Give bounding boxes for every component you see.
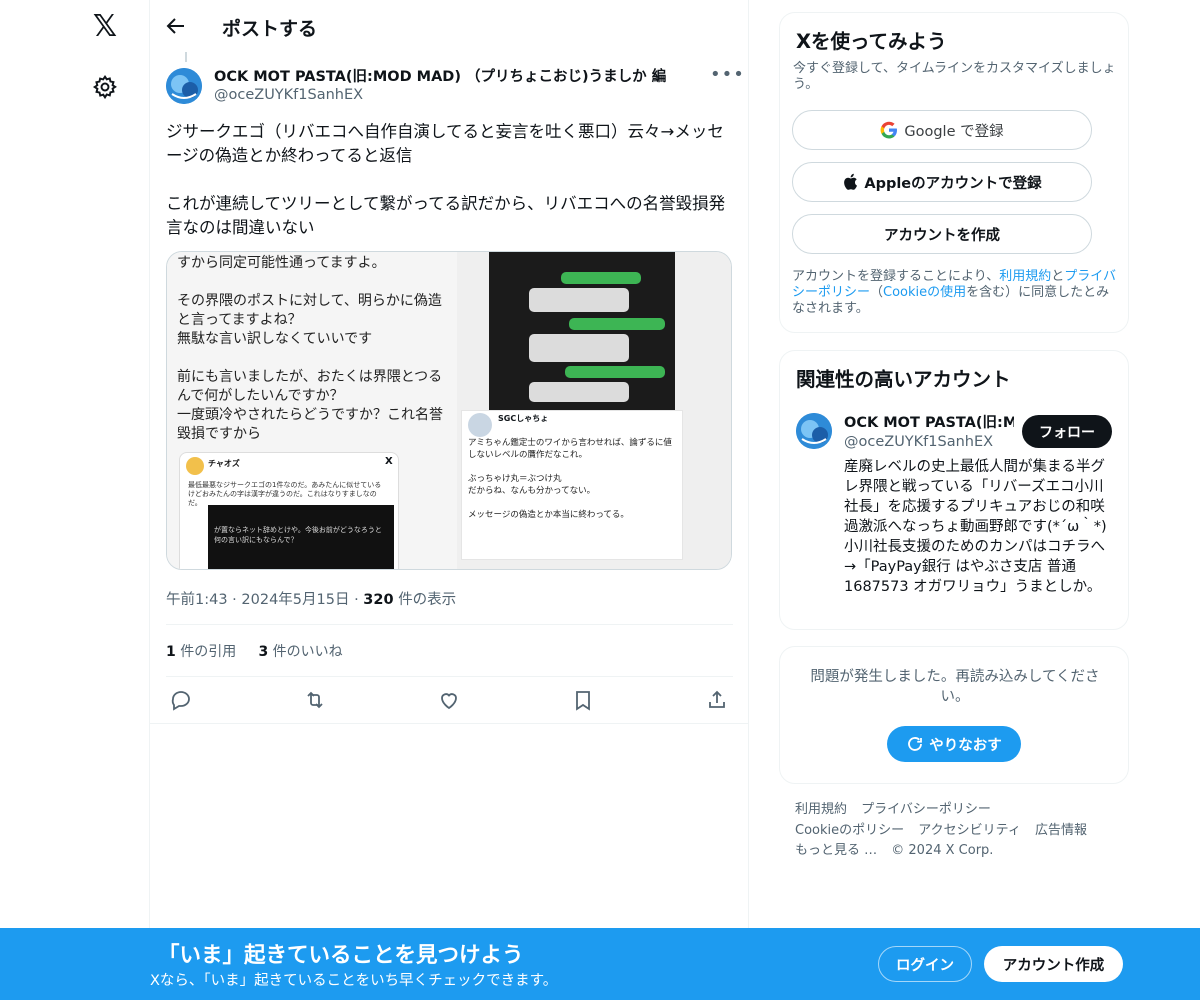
share-icon[interactable] [705, 688, 729, 712]
google-signup-button[interactable]: Google で登録 [792, 110, 1092, 150]
signup-title: Xを使ってみよう [796, 30, 947, 53]
post-meta: 午前1:43 · 2024年5月15日 · 320 件の表示 [166, 592, 457, 608]
back-arrow-icon[interactable] [164, 14, 188, 38]
embed2-author-name: SGCしゃちょ [498, 414, 549, 423]
footer-copyright: © 2024 X Corp. [891, 843, 994, 858]
error-message: 問題が発生しました。再読み込みしてください。 [810, 669, 1100, 705]
like-icon[interactable] [437, 688, 461, 712]
footer-terms-link[interactable]: 利用規約 [795, 802, 847, 817]
banner-subtitle: Xなら、「いま」起きていることをいち早くチェックできます。 [150, 973, 558, 989]
embed-author-name: チャオズ [208, 459, 240, 468]
create-account-label: アカウントを作成 [884, 227, 1000, 244]
quotes-stat[interactable]: 1 件の引用 [166, 644, 236, 660]
author-name[interactable]: OCK MOT PASTA(旧:MOD MAD) （プリちょこおじ)うましか 編 [214, 65, 684, 86]
divider [150, 723, 749, 724]
likes-stat[interactable]: 3 件のいいね [258, 644, 342, 660]
apple-icon [844, 173, 858, 190]
page-title: ポストする [222, 18, 318, 40]
divider [166, 676, 733, 677]
signup-banner: 「いま」起きていることを見つけよう Xなら、「いま」起きていることをいち早くチェ… [0, 928, 1200, 1000]
post-stats: 1 件の引用 3 件のいいね [166, 641, 343, 661]
signup-subtitle: 今すぐ登録して、タイムラインをカスタマイズしましょう。 [793, 61, 1116, 92]
thread-line [185, 52, 187, 62]
related-title: 関連性の高いアカウント [796, 368, 1011, 391]
embedded-post: チャオズ X 最低最悪なジサークエゴの1件なのだ。あみたんに似せているけどおみた… [179, 452, 399, 569]
avatar[interactable] [166, 68, 202, 104]
footer-accessibility-link[interactable]: アクセシビリティ [918, 823, 1021, 838]
google-signup-label: Google で登録 [904, 123, 1004, 140]
apple-signup-button[interactable]: Appleのアカウントで登録 [792, 162, 1092, 202]
repost-icon[interactable] [303, 688, 327, 712]
refresh-icon [908, 737, 923, 751]
post-media[interactable]: すから同定可能性通ってますよ。 その界隈のポストに対して、明らかに偽造と言ってま… [166, 251, 732, 570]
terms-link[interactable]: 利用規約 [999, 269, 1051, 284]
follow-button[interactable]: フォロー [1022, 415, 1112, 448]
related-account-bio: 産廃レベルの史上最低人間が集まる半グレ界隈と戦っている「リバーズエコ小川社長」を… [844, 459, 1107, 595]
author-handle[interactable]: @oceZUYKf1SanhEX [214, 87, 363, 103]
embed-text: 最低最悪なジサークエゴの1件なのだ。あみたんに似せているけどおみたんの字は漢字が… [188, 481, 382, 507]
more-options-icon[interactable]: ••• [710, 64, 745, 85]
x-logo-icon[interactable]: 𝕏 [90, 12, 120, 42]
retry-label: やりなおす [929, 737, 1002, 754]
embed2-avatar-icon [468, 413, 492, 437]
related-account-handle[interactable]: @oceZUYKf1SanhEX [844, 434, 993, 450]
reply-icon[interactable] [169, 688, 193, 712]
chat-screenshot [489, 252, 675, 410]
related-accounts-card: 関連性の高いアカウント OCK MOT PASTA(旧:MOD MAD) （プリ… [779, 350, 1129, 630]
views-label: 件の表示 [398, 592, 457, 608]
retry-button[interactable]: やりなおす [887, 726, 1021, 762]
banner-create-account-button[interactable]: アカウント作成 [984, 946, 1123, 982]
post-time[interactable]: 午前1:43 [166, 592, 228, 608]
banner-title: 「いま」起きていることを見つけよう [158, 943, 524, 968]
embed2-text: アミちゃん鑑定士のワイから言わせれば、論ずるに値しないレベルの贋作だなこれ。 ぶ… [468, 438, 672, 520]
footer-privacy-link[interactable]: プライバシーポリシー [861, 802, 991, 817]
views-count: 320 [363, 592, 394, 608]
media-left-text: すから同定可能性通ってますよ。 その界隈のポストに対して、明らかに偽造と言ってま… [177, 255, 443, 442]
cookie-link[interactable]: Cookieの使用 [883, 285, 966, 300]
create-account-button[interactable]: アカウントを作成 [792, 214, 1092, 254]
google-icon [880, 121, 898, 139]
footer-cookie-link[interactable]: Cookieのポリシー [795, 823, 904, 838]
header: ポストする [150, 0, 749, 53]
embed-dark-text: が置ならネット辞めとけや。今後お前がどうなろうと何の言い訳にもならんで？ [214, 526, 382, 544]
avatar[interactable] [796, 413, 832, 449]
signup-legal-text: アカウントを登録することにより、利用規約とプライバシーポリシー（Cookieの使… [792, 269, 1117, 316]
media-image-right: SGCしゃちょ アミちゃん鑑定士のワイから言わせれば、論ずるに値しないレベルの贋… [457, 252, 731, 569]
gear-icon[interactable] [92, 74, 118, 100]
related-account-name[interactable]: OCK MOT PASTA(旧:MOD MAD) （プリちょこおじ)うましか 編 [844, 411, 1014, 432]
post-text: ジサークエゴ（リバエコへ自作自演してると妄言を吐く悪口）云々→メッセージの偽造と… [166, 122, 726, 237]
media-image-left: すから同定可能性通ってますよ。 その界隈のポストに対して、明らかに偽造と言ってま… [167, 252, 457, 569]
x-mark-icon: X [385, 456, 393, 467]
divider [166, 624, 733, 625]
footer-links: 利用規約 プライバシーポリシー Cookieのポリシー アクセシビリティ 広告情… [795, 800, 1125, 862]
login-button[interactable]: ログイン [878, 946, 972, 982]
apple-signup-label: Appleのアカウントで登録 [864, 175, 1042, 192]
bookmark-icon[interactable] [571, 688, 595, 712]
main-column: ポストする OCK MOT PASTA(旧:MOD MAD) （プリちょこおじ)… [150, 0, 749, 1000]
error-card: 問題が発生しました。再読み込みしてください。 やりなおす [779, 646, 1129, 784]
embed-avatar-icon [186, 457, 204, 475]
left-nav: 𝕏 [0, 0, 150, 1000]
footer-ads-link[interactable]: 広告情報 [1035, 823, 1087, 838]
signup-card: Xを使ってみよう 今すぐ登録して、タイムラインをカスタマイズしましょう。 Goo… [779, 12, 1129, 333]
embedded-post-2: SGCしゃちょ アミちゃん鑑定士のワイから言わせれば、論ずるに値しないレベルの贋… [461, 410, 683, 560]
action-bar [150, 688, 749, 716]
footer-more-link[interactable]: もっと見る … [795, 843, 877, 858]
post-date[interactable]: 2024年5月15日 [241, 592, 349, 608]
